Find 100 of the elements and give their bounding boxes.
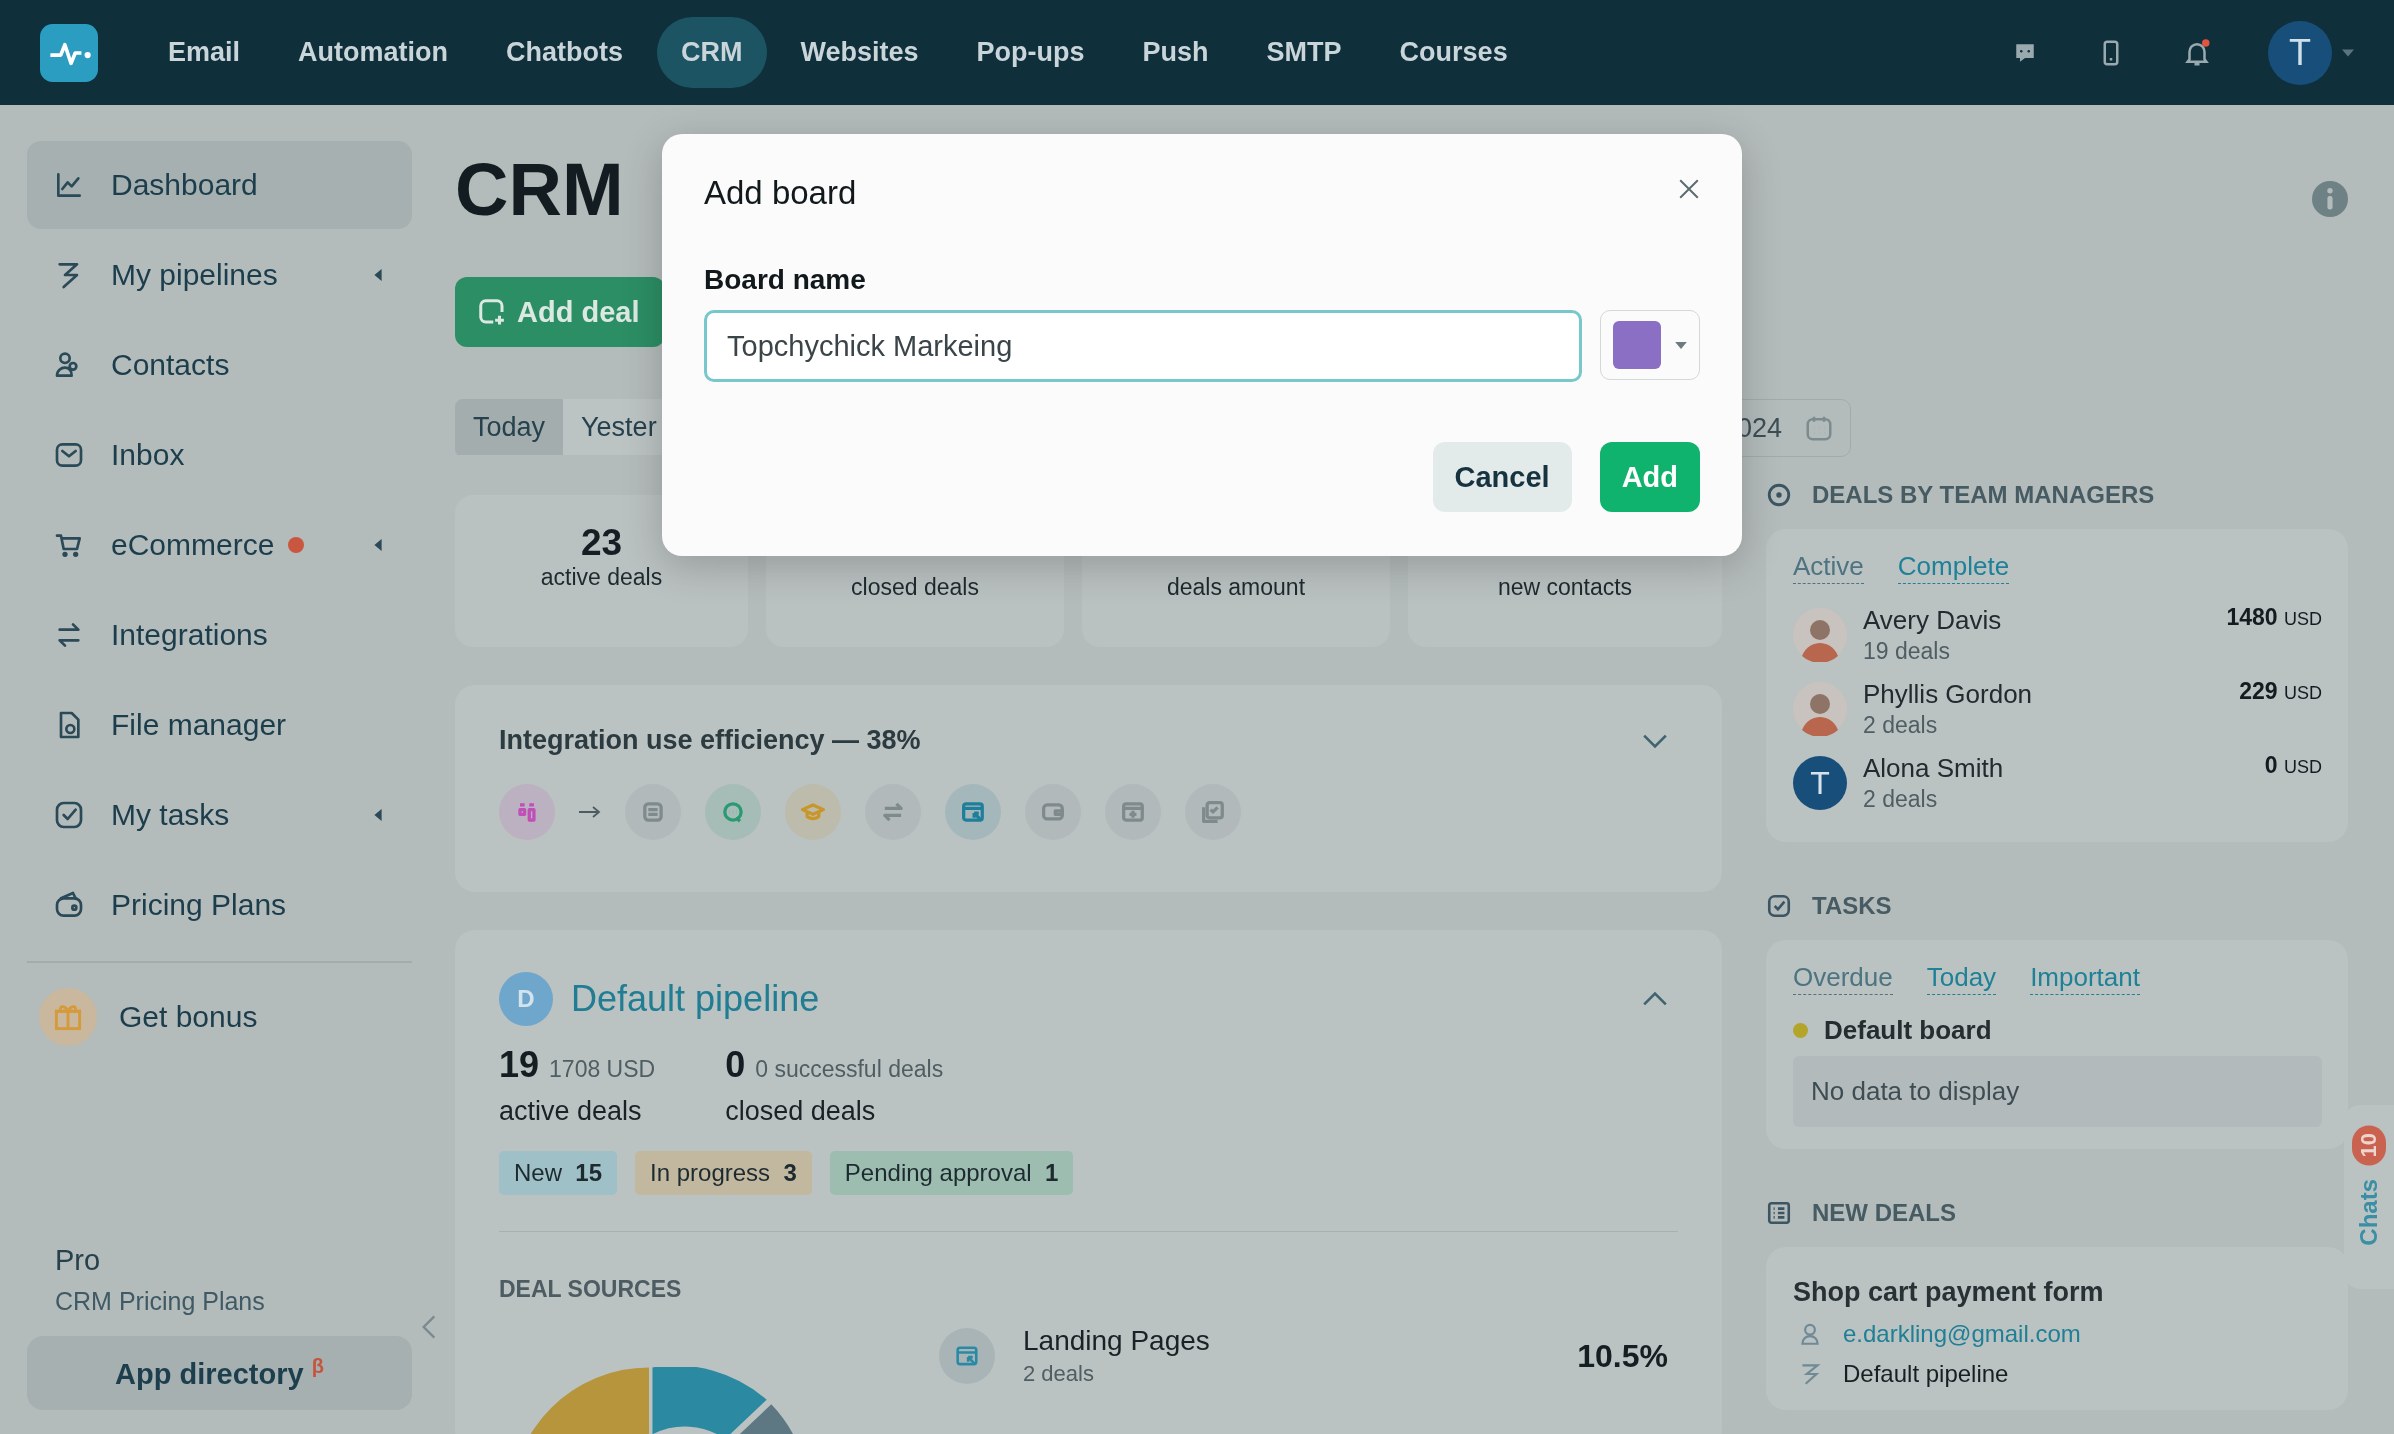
chevron-icon[interactable] [1642,991,1668,1007]
stat-label: active deals [540,563,663,591]
caret-icon[interactable] [374,539,382,551]
sidebar-item[interactable]: My pipelines [27,231,412,319]
section-title: DEAL SOURCES [499,1276,683,1303]
checkbox-icon [53,799,85,831]
chip-icon[interactable] [625,784,681,840]
sidebar-item[interactable]: Integrations [27,591,412,679]
arrow-icon [579,806,601,818]
columns-icon[interactable] [499,784,555,840]
nav-tab[interactable]: CRM [657,17,767,88]
pricing-link[interactable]: CRM Pricing Plans [55,1287,384,1316]
manager-deals: 2 deals [1863,712,1939,739]
sidebar-label: eCommerce [111,528,275,562]
manager-amount: 1480 USD [2226,604,2322,631]
person-icon [1793,682,1847,736]
manager-name: Alona Smith [1863,753,2004,784]
caret-icon[interactable] [374,809,382,821]
stage-tag[interactable]: In progress 3 [635,1151,812,1195]
nav-tab[interactable]: Automation [274,17,473,88]
card-title: Integration use efficiency — 38% [499,725,921,756]
manager-amount: 229 USD [2239,678,2322,705]
plan-name: Pro [55,1244,102,1277]
deal-title: Shop cart payment form [1793,1277,2105,1308]
sidebar-label: Pricing Plans [111,888,287,922]
nav-tab[interactable]: Pop-ups [952,17,1109,88]
checkbox-icon [1766,893,1792,919]
stage-tag[interactable]: New 15 [499,1151,618,1195]
source-name: Landing Pages [1023,1325,1210,1357]
stat-label: deals amount [1166,574,1306,601]
manager-deals: 2 deals [1863,786,1939,813]
sidebar-label: Inbox [111,438,185,472]
manager-name: Avery Davis [1863,605,2002,636]
sidebar-label: File manager [111,708,287,742]
logo-icon[interactable] [40,23,98,82]
board-name: Default board [1824,1015,1992,1046]
cancel-button[interactable]: Cancel [1432,442,1572,512]
deal-label: active deals [499,1096,643,1127]
pipeline-avatar: D [499,972,553,1026]
stat-label: closed deals [851,574,979,601]
caret-icon[interactable] [374,269,382,281]
deal-label: closed deals [725,1096,877,1127]
sidebar-label: Dashboard [111,168,258,202]
deal-note: 0 successful deals [755,1056,944,1083]
app-directory-button[interactable]: App directory $^{β}$ [27,1336,412,1410]
landing-page-icon[interactable] [945,784,1001,840]
section-title: TASKS [1812,892,1892,920]
swap-icon[interactable] [865,784,921,840]
list-icon [1766,1200,1792,1226]
section-title: DEALS BY TEAM MANAGERS [1812,481,2155,509]
sidebar-item[interactable]: Dashboard [27,141,412,229]
user-avatar[interactable]: T [2268,20,2332,85]
nav-tab[interactable]: Courses [1375,17,1532,88]
source-deals: 2 deals [1023,1361,1095,1387]
sidebar-item[interactable]: File manager [27,681,412,769]
calendar-icon[interactable] [1105,784,1161,840]
deal-amount: 1708 USD [549,1056,656,1083]
field-label: Board name [704,264,867,296]
add-icon [477,297,507,327]
dialog-title: Add board [704,174,857,212]
gift-icon [39,988,97,1046]
stat-value: 23 [580,521,623,564]
nav-tab[interactable]: Push [1118,17,1233,88]
pipeline-name: Default pipeline [1843,1360,2009,1388]
deal-count: 0 [725,1044,746,1086]
chevron-icon[interactable] [1642,732,1668,749]
source-share: 10.5% [1577,1337,1668,1375]
close-icon[interactable] [1678,178,1700,200]
stat-label: new contacts [1497,574,1633,601]
period-tab[interactable]: Today [455,399,564,455]
board-name-field[interactable]: Topchychick Markeing [704,310,1582,382]
person-icon [1793,608,1847,662]
manager-amount: 0 USD [2264,752,2322,779]
chat-count-badge: 10 [2352,1125,2386,1166]
section-title: NEW DEALS [1812,1199,1956,1227]
checklist-icon[interactable] [1185,784,1241,840]
sidebar-label: Contacts [111,348,230,382]
wallet-icon[interactable] [1025,784,1081,840]
nav-tab[interactable]: Chatbots [482,17,648,88]
sidebar-item[interactable]: Inbox [27,411,412,499]
info-icon[interactable] [2312,181,2348,217]
page-title: CRM [455,146,624,232]
nav-tab[interactable]: SMTP [1242,17,1366,88]
empty-message: No data to display [1793,1056,2322,1127]
target-icon [1766,482,1792,508]
sidebar-label: Integrations [111,618,268,652]
sidebar-item[interactable]: Contacts [27,321,412,409]
stage-tag[interactable]: Pending approval 1 [829,1151,1074,1195]
sidebar-item[interactable]: eCommerce [27,501,412,589]
bonus-item[interactable]: Get bonus [27,973,412,1061]
landing-page-icon [939,1328,995,1384]
nav-tab[interactable]: Websites [776,17,943,88]
caret-icon[interactable] [2342,48,2354,57]
color-picker[interactable] [1600,310,1700,380]
manager-deals: 19 deals [1863,638,1951,665]
sidebar-label: My pipelines [111,258,278,292]
sidebar-item[interactable]: My tasks [27,771,412,859]
nav-tab[interactable]: Email [144,17,265,88]
collapse-icon[interactable] [422,1315,436,1339]
sidebar-item[interactable]: Pricing Plans [27,861,412,949]
